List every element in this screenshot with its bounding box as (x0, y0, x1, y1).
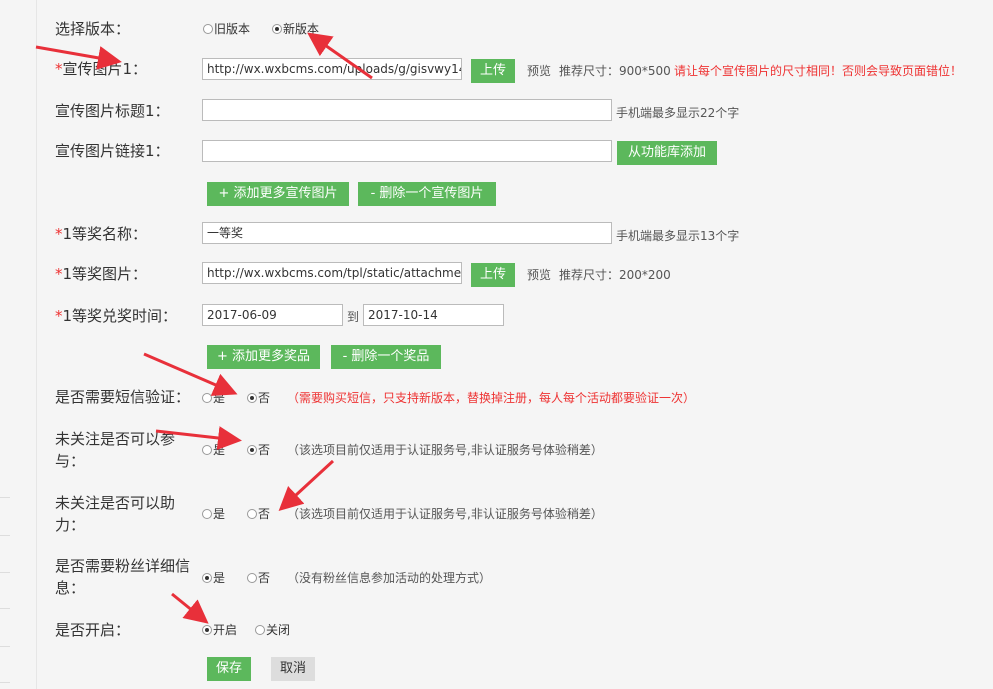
unfollow-help-note: （该选项目前仅适用于认证服务号,非认证服务号体验稍差） (287, 507, 603, 521)
unfollow-help-no-radio[interactable]: 否 (247, 505, 270, 522)
radio-circle[interactable] (202, 508, 212, 519)
banner1-size-hint: 推荐尺寸：900*500 (559, 64, 671, 78)
banner-link-library-button[interactable]: 从功能库添加 (617, 141, 717, 165)
prize-image-url-input[interactable]: http://wx.wxbcms.com/tpl/static/attachme… (202, 262, 462, 284)
banner-title-input[interactable] (202, 99, 612, 121)
sms-verify-label: 是否需要短信验证： (55, 388, 191, 406)
radio-circle[interactable] (202, 572, 212, 583)
sms-yes-radio[interactable]: 是 (202, 389, 225, 406)
radio-circle[interactable] (247, 508, 257, 519)
sms-no-radio[interactable]: 否 (247, 389, 270, 406)
cancel-button[interactable]: 取消 (271, 657, 315, 681)
prize-name-input[interactable]: 一等奖 (202, 222, 612, 244)
prize-name-label: *1等奖名称： (55, 225, 148, 243)
radio-label: 是 (213, 391, 226, 405)
unfollow-join-no-radio[interactable]: 否 (247, 441, 270, 458)
radio-label: 否 (258, 391, 271, 405)
unfollow-join-yes-radio[interactable]: 是 (202, 441, 225, 458)
radio-label: 旧版本 (214, 22, 251, 36)
radio-circle[interactable] (255, 624, 265, 635)
sidebar-divider (0, 497, 10, 498)
sidebar-divider (0, 682, 10, 683)
radio-label: 是 (213, 507, 226, 521)
enable-off-radio[interactable]: 关闭 (255, 621, 290, 638)
radio-circle[interactable] (203, 23, 213, 34)
add-banner-button[interactable]: + 添加更多宣传图片 (207, 182, 349, 206)
radio-circle[interactable] (272, 23, 282, 34)
banner1-label: *宣传图片1： (55, 60, 148, 78)
radio-circle[interactable] (202, 444, 212, 455)
version-label: 选择版本： (55, 20, 131, 38)
prize-name-hint: 手机端最多显示13个字 (616, 229, 740, 243)
sidebar-divider (0, 572, 10, 573)
unfollow-help-yes-radio[interactable]: 是 (202, 505, 225, 522)
version-old-radio[interactable]: 旧版本 (203, 20, 250, 37)
remove-prize-button[interactable]: - 删除一个奖品 (331, 345, 441, 369)
prize-image-upload-button[interactable]: 上传 (471, 263, 515, 287)
radio-label: 关闭 (266, 623, 291, 637)
banner1-upload-button[interactable]: 上传 (471, 59, 515, 83)
prize-image-size-hint: 推荐尺寸：200*200 (559, 268, 671, 282)
save-button[interactable]: 保存 (207, 657, 251, 681)
radio-label: 开启 (213, 623, 238, 637)
arrow-to-unfollow-help-no (278, 459, 335, 512)
prize-time-label: *1等奖兑奖时间： (55, 307, 178, 325)
banner1-url-input[interactable]: http://wx.wxbcms.com/uploads/g/gisvwy14 (202, 58, 462, 80)
enable-label: 是否开启： (55, 621, 131, 639)
banner1-preview-link[interactable]: 预览 (527, 62, 551, 79)
radio-circle[interactable] (247, 572, 257, 583)
radio-circle[interactable] (202, 624, 212, 635)
banner-link-input[interactable] (202, 140, 612, 162)
prize-start-date-input[interactable]: 2017-06-09 (202, 304, 343, 326)
sidebar-divider (0, 646, 10, 647)
fans-info-no-radio[interactable]: 否 (247, 569, 270, 586)
unfollow-help-label: 未关注是否可以助 力： (55, 494, 176, 534)
radio-label: 新版本 (283, 22, 320, 36)
add-prize-button[interactable]: + 添加更多奖品 (207, 345, 320, 369)
enable-on-radio[interactable]: 开启 (202, 621, 237, 638)
fans-info-note: （没有粉丝信息参加活动的处理方式） (287, 571, 492, 585)
banner1-warning: 请让每个宣传图片的尺寸相同！否则会导致页面错位！ (674, 64, 963, 78)
radio-circle[interactable] (247, 392, 257, 403)
left-sidebar (0, 0, 37, 689)
date-separator: 到 (347, 310, 360, 324)
fans-info-label: 是否需要粉丝详细信 息： (55, 557, 191, 597)
radio-circle[interactable] (247, 444, 257, 455)
radio-label: 否 (258, 507, 271, 521)
unfollow-join-label: 未关注是否可以参 与： (55, 430, 176, 470)
prize-end-date-input[interactable]: 2017-10-14 (363, 304, 504, 326)
prize-image-preview-link[interactable]: 预览 (527, 266, 551, 283)
fans-info-yes-radio[interactable]: 是 (202, 569, 225, 586)
sms-note: （需要购买短信，只支持新版本，替换掉注册，每人每个活动都要验证一次） (287, 391, 696, 405)
unfollow-join-note: （该选项目前仅适用于认证服务号,非认证服务号体验稍差） (287, 443, 603, 457)
banner-title-label: 宣传图片标题1： (55, 102, 170, 120)
radio-label: 否 (258, 443, 271, 457)
sidebar-divider (0, 535, 10, 536)
remove-banner-button[interactable]: - 删除一个宣传图片 (358, 182, 496, 206)
radio-label: 是 (213, 571, 226, 585)
radio-label: 是 (213, 443, 226, 457)
radio-circle[interactable] (202, 392, 212, 403)
version-new-radio[interactable]: 新版本 (272, 20, 319, 37)
prize-image-label: *1等奖图片： (55, 265, 148, 283)
banner-title-hint: 手机端最多显示22个字 (616, 106, 740, 120)
sidebar-divider (0, 608, 10, 609)
radio-label: 否 (258, 571, 271, 585)
banner-link-label: 宣传图片链接1： (55, 142, 170, 160)
